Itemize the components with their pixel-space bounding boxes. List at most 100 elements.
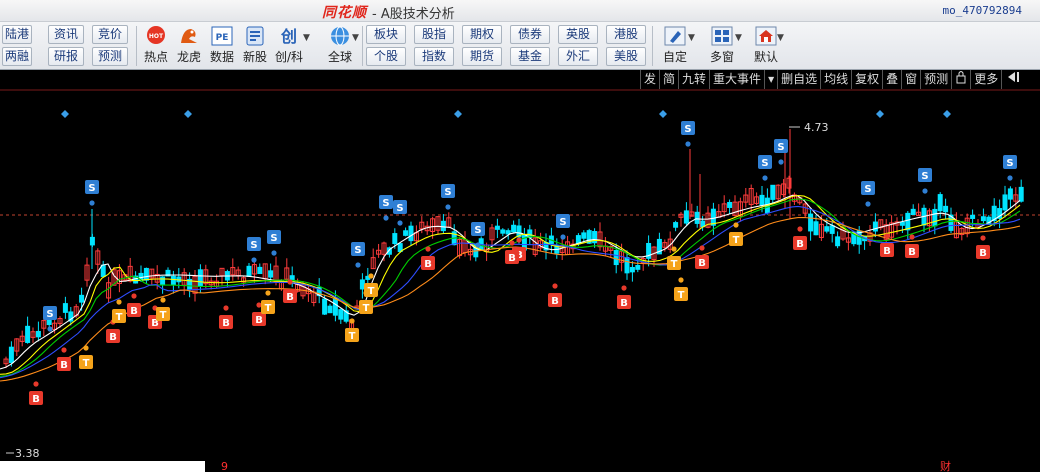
candle-body bbox=[160, 276, 166, 286]
jijin-button[interactable]: 基金 bbox=[510, 47, 550, 66]
candle-body bbox=[197, 269, 203, 287]
xingu-label: 新股 bbox=[242, 50, 267, 64]
lock-icon[interactable] bbox=[951, 70, 970, 89]
major-events-dropdown[interactable]: ▾ bbox=[764, 70, 777, 89]
kline-chart[interactable]: SSSSSSSSSSSSSSSSBBBBBBBBBBBBBBBBBBTTTTTT… bbox=[0, 89, 1040, 472]
signal-badge-letter: S bbox=[684, 124, 691, 135]
signal-badge-letter: B bbox=[286, 292, 294, 303]
candle-body bbox=[359, 279, 365, 290]
qihuo-button[interactable]: 期货 bbox=[462, 47, 502, 66]
more-button[interactable]: 更多 bbox=[970, 70, 1001, 89]
signal-badge-letter: S bbox=[250, 240, 257, 251]
signal-badge-letter: S bbox=[559, 217, 566, 228]
candle-body bbox=[1007, 188, 1013, 200]
signal-badge-letter: T bbox=[671, 259, 678, 270]
event-diamond-marker[interactable] bbox=[943, 110, 951, 118]
remove-watchlist-button[interactable]: 删自选 bbox=[777, 70, 820, 89]
overlay-button[interactable]: 叠 bbox=[882, 70, 901, 89]
jingjia-button[interactable]: 竞价 bbox=[92, 25, 128, 44]
account-id[interactable]: mo_470792894 bbox=[943, 4, 1022, 17]
quanqiu-dropdown-arrow[interactable]: ▼ bbox=[351, 24, 360, 52]
longhu-label: 龙虎 bbox=[176, 50, 201, 64]
shuju-button[interactable]: PE 数据 bbox=[205, 24, 239, 68]
window-button[interactable]: 窗 bbox=[901, 70, 920, 89]
ganggu-button[interactable]: 港股 bbox=[606, 25, 646, 44]
signal-dot bbox=[116, 299, 122, 305]
signal-dot bbox=[61, 347, 67, 353]
guzhi-button[interactable]: 股指 bbox=[414, 25, 454, 44]
signal-dot bbox=[33, 381, 39, 387]
major-events-button[interactable]: 重大事件 bbox=[709, 70, 764, 89]
candle-body bbox=[25, 325, 31, 343]
signal-badge-letter: B bbox=[109, 332, 117, 343]
signal-badge-letter: S bbox=[88, 183, 95, 194]
svg-text:PE: PE bbox=[216, 33, 229, 43]
meigu-button[interactable]: 美股 bbox=[606, 47, 646, 66]
kline-svg: SSSSSSSSSSSSSSSSBBBBBBBBBBBBBBBBBBTTTTTT… bbox=[0, 89, 1040, 472]
lugang-button[interactable]: 陆港 bbox=[2, 25, 32, 44]
candle-body bbox=[392, 233, 398, 245]
candle-body bbox=[511, 224, 517, 233]
candle-body bbox=[79, 294, 85, 303]
moving-average-button[interactable]: 均线 bbox=[820, 70, 851, 89]
signal-badge-letter: B bbox=[620, 298, 628, 309]
main-toolbar: 陆港 两融 资讯 研报 竞价 预测 HOT 热点 龙虎 PE 数据 新股 创 创… bbox=[0, 22, 1040, 70]
jiuzhuan-button[interactable]: 九转 bbox=[678, 70, 709, 89]
duochuang-dropdown-arrow[interactable]: ▼ bbox=[734, 24, 743, 52]
candle-body bbox=[673, 222, 679, 228]
zhaiquan-button[interactable]: 债券 bbox=[510, 25, 550, 44]
signal-dot bbox=[287, 279, 293, 285]
toolbar-divider bbox=[362, 26, 363, 66]
chuangke-dropdown-arrow[interactable]: ▼ bbox=[302, 24, 311, 52]
signal-dot bbox=[685, 141, 691, 147]
fa-button[interactable]: 发 bbox=[640, 70, 659, 89]
signal-dot bbox=[560, 234, 566, 240]
zhishu-button[interactable]: 指数 bbox=[414, 47, 454, 66]
yanbao-button[interactable]: 研报 bbox=[48, 47, 84, 66]
zixun-button[interactable]: 资讯 bbox=[48, 25, 84, 44]
moving-averages-group bbox=[0, 194, 1021, 382]
event-diamond-marker[interactable] bbox=[876, 110, 884, 118]
qiquan-button[interactable]: 期权 bbox=[462, 25, 502, 44]
signal-dot bbox=[552, 283, 558, 289]
gegu-button[interactable]: 个股 bbox=[366, 47, 406, 66]
signal-badge-letter: T bbox=[160, 310, 167, 321]
redian-button[interactable]: HOT 热点 bbox=[139, 24, 173, 68]
signal-dot bbox=[131, 293, 137, 299]
event-diamond-marker[interactable] bbox=[184, 110, 192, 118]
window-title: - A股技术分析 bbox=[372, 3, 455, 22]
bankuai-button[interactable]: 板块 bbox=[366, 25, 406, 44]
signal-badge-letter: S bbox=[270, 233, 277, 244]
forecast-button[interactable]: 预测 bbox=[920, 70, 951, 89]
xingu-button[interactable]: 新股 bbox=[238, 24, 272, 68]
lianglong-button[interactable]: 两融 bbox=[2, 47, 32, 66]
longhu-button[interactable]: 龙虎 bbox=[172, 24, 206, 68]
event-diamond-marker[interactable] bbox=[61, 110, 69, 118]
signal-dot bbox=[425, 246, 431, 252]
yinggu-button[interactable]: 英股 bbox=[558, 25, 598, 44]
event-diamond-marker[interactable] bbox=[454, 110, 462, 118]
waihui-button[interactable]: 外汇 bbox=[558, 47, 598, 66]
expand-panel-icon[interactable] bbox=[1001, 70, 1024, 89]
signal-badge-letter: S bbox=[864, 184, 871, 195]
chuangke-button[interactable]: 创 创/科 bbox=[272, 24, 306, 68]
candle-body bbox=[943, 205, 949, 213]
signal-badge-letter: T bbox=[678, 290, 685, 301]
signal-dot bbox=[699, 245, 705, 251]
signal-badge-letter: B bbox=[60, 360, 68, 371]
event-diamond-marker[interactable] bbox=[659, 110, 667, 118]
signal-badge-letter: T bbox=[349, 331, 356, 342]
title-separator: - bbox=[372, 7, 377, 22]
candle-body bbox=[808, 213, 814, 232]
ziding-dropdown-arrow[interactable]: ▼ bbox=[687, 24, 696, 52]
candle-body bbox=[62, 303, 68, 313]
yuce-button[interactable]: 预测 bbox=[92, 47, 128, 66]
signal-badge-letter: S bbox=[474, 225, 481, 236]
moren-dropdown-arrow[interactable]: ▼ bbox=[776, 24, 785, 52]
adjust-button[interactable]: 复权 bbox=[851, 70, 882, 89]
jian-button[interactable]: 简 bbox=[659, 70, 678, 89]
signal-dot bbox=[383, 215, 389, 221]
candle-body bbox=[629, 267, 635, 273]
signal-dot bbox=[678, 277, 684, 283]
candle-body bbox=[980, 216, 986, 222]
